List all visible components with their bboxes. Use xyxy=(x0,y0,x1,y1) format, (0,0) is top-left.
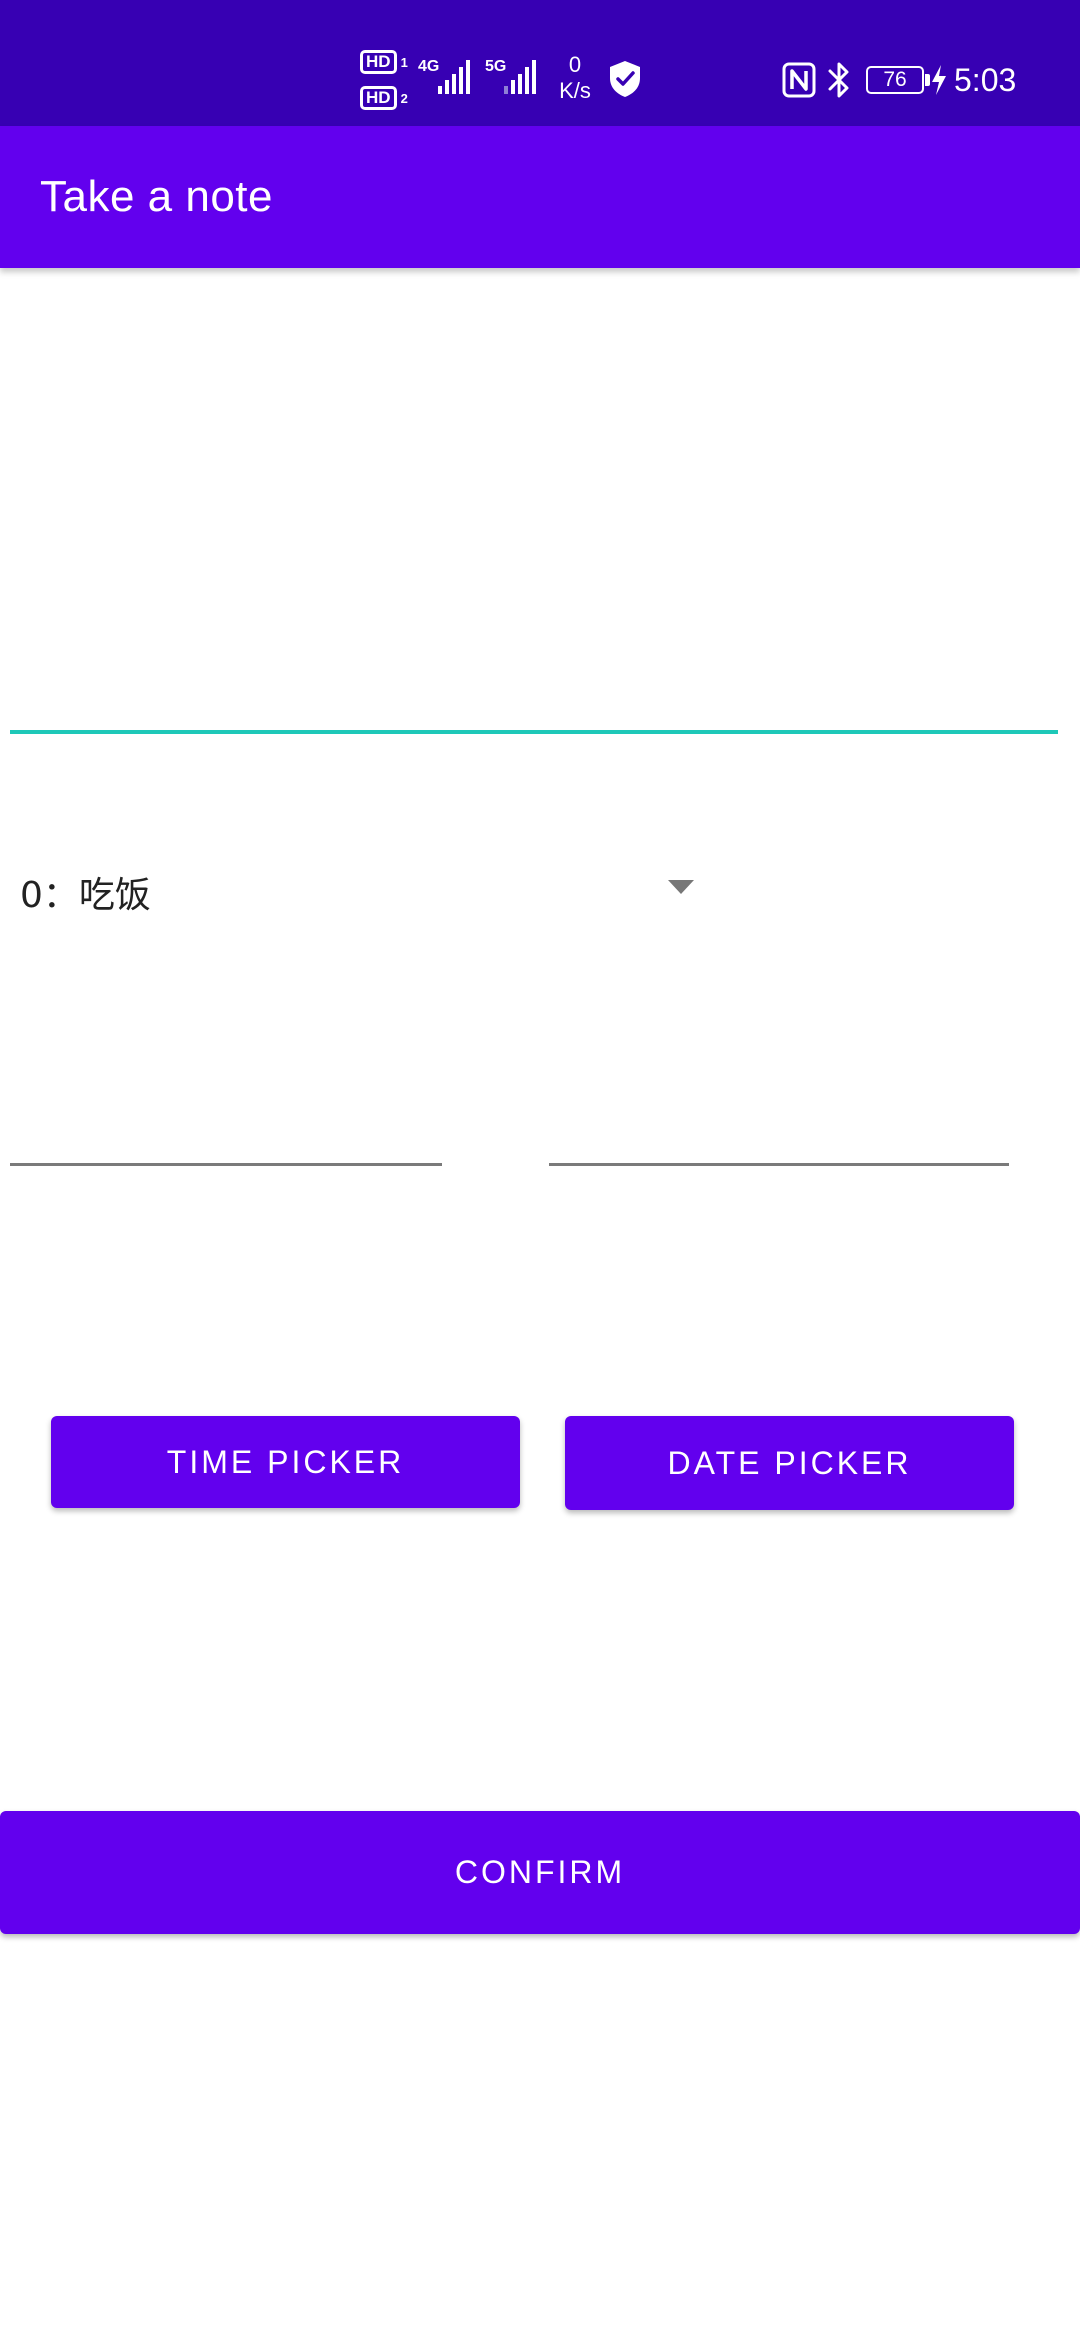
network-speed-unit: K/s xyxy=(559,78,591,103)
app-bar: Take a note xyxy=(0,126,1080,268)
dropdown-arrow-icon xyxy=(668,880,694,894)
status-bar: HD 1 HD 2 4G 5G 0 K/s 76 5:03 xyxy=(0,0,1080,126)
sim-1-label: 1 xyxy=(400,54,408,70)
hd-voice-2-indicator: HD 2 xyxy=(360,86,412,110)
bluetooth-icon xyxy=(828,62,849,98)
date-field[interactable] xyxy=(549,1080,1009,1166)
hd-voice-1-indicator: HD 1 xyxy=(360,50,412,74)
nfc-icon xyxy=(782,62,816,98)
network-type-4g: 4G xyxy=(418,58,440,75)
spinner-selected-value: 0：吃饭 xyxy=(20,875,151,916)
signal-icon xyxy=(504,60,536,94)
charging-icon xyxy=(932,65,946,95)
confirm-button[interactable]: CONFIRM xyxy=(0,1811,1080,1934)
shield-icon xyxy=(610,61,640,97)
time-picker-button[interactable]: TIME PICKER xyxy=(51,1416,520,1508)
page-title: Take a note xyxy=(40,172,273,221)
date-picker-button[interactable]: DATE PICKER xyxy=(565,1416,1014,1510)
hd-label: HD xyxy=(360,86,397,110)
sim-2-label: 2 xyxy=(400,90,408,106)
hd-label: HD xyxy=(360,50,397,74)
clock: 5:03 xyxy=(954,62,1017,98)
note-content-input[interactable] xyxy=(10,268,1058,734)
time-field[interactable] xyxy=(10,1080,442,1166)
battery-level: 76 xyxy=(883,68,907,91)
battery-indicator: 76 xyxy=(866,66,924,94)
network-speed-value: 0 xyxy=(568,52,582,77)
category-spinner[interactable]: 0：吃饭 xyxy=(10,850,700,930)
signal-icon xyxy=(438,60,470,94)
network-speed: 0 K/s xyxy=(554,52,596,104)
